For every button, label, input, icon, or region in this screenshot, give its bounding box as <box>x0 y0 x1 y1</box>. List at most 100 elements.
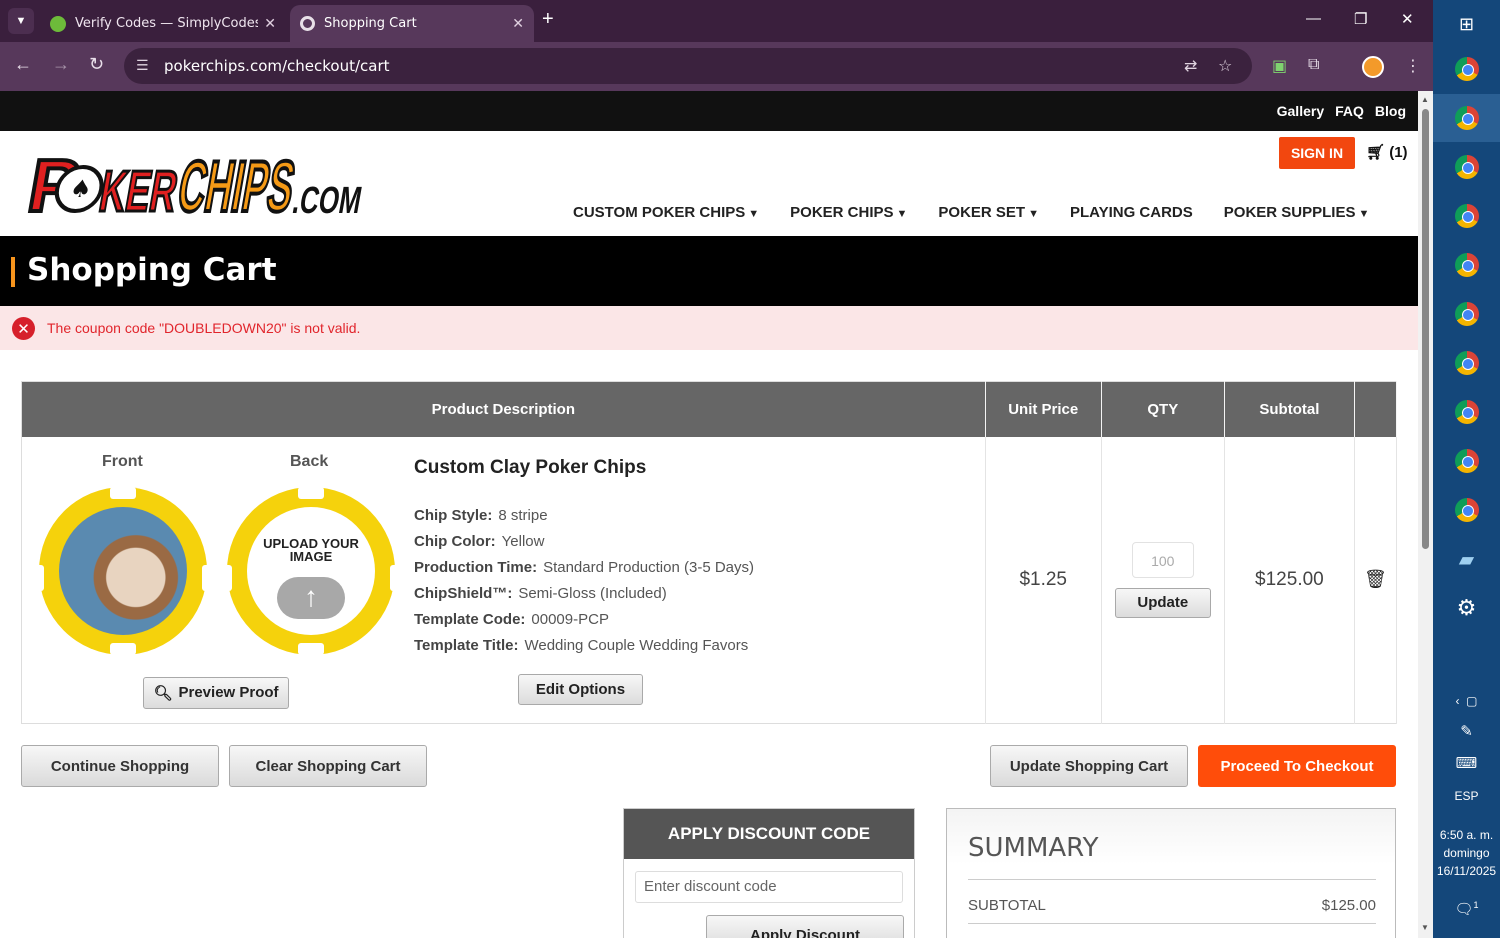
extensions-puzzle-icon[interactable]: ⧉ <box>1308 56 1319 74</box>
meet-now-icon[interactable]: ▢ <box>1466 694 1477 708</box>
url-text[interactable]: pokerchips.com/checkout/cart <box>164 57 390 75</box>
chip-back-image[interactable]: UPLOAD YOUR IMAGE ↑ <box>220 486 402 655</box>
upload-image-text: UPLOAD YOUR IMAGE <box>263 535 359 564</box>
continue-shopping-button[interactable]: Continue Shopping <box>21 745 219 787</box>
taskbar-settings[interactable]: ⚙ <box>1433 584 1500 632</box>
translate-icon[interactable]: ⇄ <box>1184 56 1197 76</box>
clock-date[interactable]: 16/11/2025 <box>1433 864 1500 878</box>
cart-table: Product Description Unit Price QTY Subto… <box>21 381 1398 724</box>
pen-icon[interactable]: ✎ <box>1433 722 1500 740</box>
svg-text:CHIPS: CHIPS <box>173 146 301 226</box>
pokerchips-favicon-icon <box>300 16 315 31</box>
scroll-thumb[interactable] <box>1422 109 1429 549</box>
close-tab-icon[interactable]: ✕ <box>512 16 524 32</box>
attr-chip-style: Chip Style: 8 stripe <box>414 506 548 524</box>
taskbar-chrome-10[interactable] <box>1433 486 1500 534</box>
taskbar-chrome-6[interactable] <box>1433 290 1500 338</box>
forward-icon[interactable]: → <box>52 54 70 75</box>
clear-cart-button[interactable]: Clear Shopping Cart <box>229 745 427 787</box>
clock-time[interactable]: 6:50 a. m. <box>1433 828 1500 842</box>
address-bar[interactable]: ☰ pokerchips.com/checkout/cart ⇄ ☆ <box>124 48 1252 84</box>
profile-avatar[interactable] <box>1362 56 1384 78</box>
tab-search-button[interactable]: ▼ <box>8 8 34 34</box>
qty-cell: 100 Update <box>1101 436 1225 724</box>
gear-icon: ⚙ <box>1456 595 1477 620</box>
apply-discount-button[interactable]: Apply Discount <box>706 915 904 938</box>
taskbar-chrome-8[interactable] <box>1433 388 1500 436</box>
chrome-icon <box>1454 449 1479 473</box>
close-window-icon[interactable]: ✕ <box>1401 10 1414 28</box>
wedding-couple-photo <box>59 506 187 635</box>
reload-icon[interactable]: ↻ <box>89 54 104 75</box>
header-unit-price: Unit Price <box>985 381 1102 437</box>
windows-taskbar: ⊞ ▰ ⚙ ‹ ▢ ✎ ⌨ ESP 6:50 a. m. domingo 16/… <box>1433 0 1500 938</box>
taskbar-chrome-3[interactable] <box>1433 143 1500 191</box>
nav-playing-cards[interactable]: PLAYING CARDS <box>1070 204 1193 221</box>
close-tab-icon[interactable]: ✕ <box>264 16 276 32</box>
start-button[interactable]: ⊞ <box>1433 0 1500 48</box>
language-indicator[interactable]: ESP <box>1433 789 1500 803</box>
windows-logo-icon: ⊞ <box>1458 13 1475 34</box>
nav-poker-chips[interactable]: POKER CHIPS ▼ <box>790 204 907 221</box>
faq-link[interactable]: FAQ <box>1335 103 1364 119</box>
page-scrollbar[interactable]: ▲ ▼ <box>1418 91 1433 938</box>
cart-link[interactable]: 🛒︎ (1) <box>1366 143 1408 161</box>
divider <box>968 879 1376 880</box>
svg-text:KER: KER <box>95 159 182 224</box>
pokerchips-logo[interactable]: P ♠ KER CHIPS .COM <box>12 139 374 231</box>
tab-title: Verify Codes — SimplyCodes <box>75 16 259 31</box>
site-info-icon[interactable]: ☰ <box>136 57 149 74</box>
chrome-icon <box>1454 302 1479 326</box>
nav-poker-supplies[interactable]: POKER SUPPLIES ▼ <box>1224 204 1370 221</box>
menu-kebab-icon[interactable]: ⋮ <box>1405 56 1421 76</box>
error-alert: ✕ The coupon code "DOUBLEDOWN20" is not … <box>0 306 1418 350</box>
extension-icon[interactable]: ▣ <box>1272 56 1287 76</box>
discount-code-input[interactable]: Enter discount code <box>635 871 903 903</box>
update-qty-button[interactable]: Update <box>1114 587 1211 618</box>
keyboard-icon[interactable]: ⌨ <box>1433 754 1500 772</box>
restore-icon[interactable]: ❐ <box>1354 10 1367 28</box>
divider <box>968 923 1376 924</box>
remove-cell: 🗑︎ <box>1354 436 1398 724</box>
attr-production-time: Production Time: Standard Production (3-5… <box>414 558 754 576</box>
taskbar-chrome-9[interactable] <box>1433 437 1500 485</box>
preview-proof-button[interactable]: 🔍︎ Preview Proof <box>143 676 289 709</box>
scroll-up-arrow-icon[interactable]: ▲ <box>1421 95 1429 104</box>
caret-down-icon: ▼ <box>896 208 908 220</box>
tab-title: Shopping Cart <box>324 16 417 31</box>
clock-day[interactable]: domingo <box>1433 846 1500 860</box>
attr-template-code: Template Code: 00009-PCP <box>414 610 609 628</box>
product-attributes: Chip Style: 8 stripe Chip Color: Yellow Pr… <box>414 503 754 659</box>
sign-in-button[interactable]: SIGN IN <box>1279 137 1355 169</box>
gallery-link[interactable]: Gallery <box>1277 103 1324 119</box>
trash-icon[interactable]: 🗑︎ <box>1364 569 1387 589</box>
header-product-description: Product Description <box>21 381 986 437</box>
taskbar-chrome-2[interactable] <box>1433 94 1500 142</box>
edit-options-button[interactable]: Edit Options <box>518 673 643 705</box>
blog-link[interactable]: Blog <box>1375 103 1406 119</box>
nav-custom-poker-chips[interactable]: CUSTOM POKER CHIPS ▼ <box>573 204 759 221</box>
minimize-icon[interactable]: — <box>1306 10 1321 27</box>
app-window-icon: ▰ <box>1458 548 1475 571</box>
taskbar-chrome-4[interactable] <box>1433 192 1500 240</box>
bookmark-star-icon[interactable]: ☆ <box>1218 56 1232 76</box>
cart-count: (1) <box>1389 144 1408 161</box>
tab-shopping-cart[interactable]: Shopping Cart ✕ <box>290 5 534 42</box>
taskbar-app-window[interactable]: ▰ <box>1433 535 1500 583</box>
qty-input[interactable]: 100 <box>1131 541 1194 578</box>
notifications-button[interactable]: 🗨︎1 <box>1433 900 1500 918</box>
update-cart-button[interactable]: Update Shopping Cart <box>990 745 1188 787</box>
top-links-bar: Gallery FAQ Blog <box>0 91 1418 131</box>
scroll-down-arrow-icon[interactable]: ▼ <box>1421 923 1429 932</box>
tab-verify-codes[interactable]: Verify Codes — SimplyCodes ✕ <box>40 5 286 42</box>
chip-front-image[interactable] <box>32 486 214 655</box>
taskbar-chrome-1[interactable] <box>1433 45 1500 93</box>
nav-poker-set[interactable]: POKER SET ▼ <box>938 204 1039 221</box>
back-icon[interactable]: ← <box>14 54 32 75</box>
taskbar-chrome-7[interactable] <box>1433 339 1500 387</box>
chevron-left-icon[interactable]: ‹ <box>1455 694 1459 708</box>
nav-label: POKER CHIPS <box>790 204 894 221</box>
proceed-checkout-button[interactable]: Proceed To Checkout <box>1198 745 1396 787</box>
taskbar-chrome-5[interactable] <box>1433 241 1500 289</box>
new-tab-button[interactable]: + <box>542 8 554 31</box>
